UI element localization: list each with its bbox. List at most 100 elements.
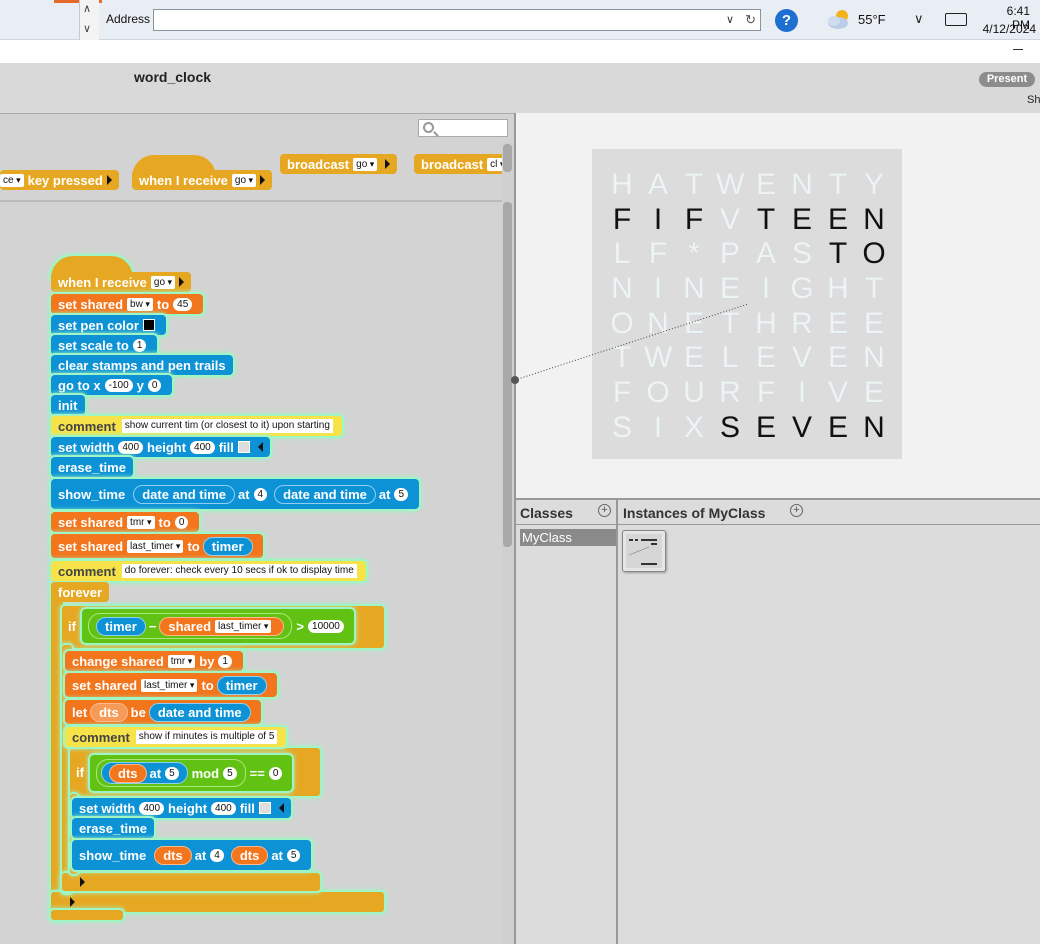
date-time-reporter[interactable]: date and time (274, 484, 376, 504)
arrow-left-icon[interactable] (278, 803, 284, 813)
set-width-height-block[interactable]: set width 400 height 400 fill (51, 437, 270, 457)
dts-reporter[interactable]: dts (154, 845, 192, 865)
broadcast-palette-block[interactable]: broadcast go (280, 154, 398, 174)
value-slot[interactable]: 1 (132, 338, 147, 352)
comment-block[interactable]: comment show if minutes is multiple of 5 (65, 727, 287, 747)
instance-thumbnail[interactable] (622, 530, 666, 572)
comment-block[interactable]: comment show current tim (or closest to … (51, 416, 342, 436)
set-scale-block[interactable]: set scale to 1 (51, 335, 158, 355)
variable-dropdown[interactable]: last_timer (215, 619, 272, 633)
message-dropdown[interactable]: go (231, 173, 257, 187)
go-to-xy-block[interactable]: go to x -100 y 0 (51, 375, 173, 395)
minimize-icon[interactable] (1013, 49, 1023, 50)
variable-dropdown[interactable]: tmr (127, 515, 155, 529)
index-slot[interactable]: 5 (394, 487, 409, 501)
index-slot[interactable]: 5 (165, 766, 179, 780)
expand-arrow-icon[interactable] (70, 897, 75, 907)
add-instance-icon[interactable]: + (790, 504, 803, 517)
set-shared-last-timer-block[interactable]: set shared last_timer to timer (51, 534, 263, 558)
message-dropdown[interactable]: cl (487, 157, 502, 171)
date-time-reporter[interactable]: date and time (148, 702, 251, 722)
x-slot[interactable]: -100 (104, 378, 133, 392)
if-block[interactable]: if (62, 616, 83, 636)
value-slot[interactable]: 45 (173, 297, 193, 311)
toolbar-scroll-buttons[interactable]: ∧ ∨ (79, 0, 99, 40)
erase-time-block[interactable]: erase_time (51, 457, 133, 477)
keyboard-icon[interactable] (945, 13, 967, 26)
value-slot[interactable]: 0 (174, 515, 189, 529)
timer-reporter[interactable]: timer (202, 536, 253, 556)
variable-dropdown[interactable]: last_timer (127, 539, 184, 553)
chevron-up-icon[interactable]: ∧ (83, 2, 91, 15)
when-receive-palette-block[interactable]: when I receive go (132, 170, 273, 190)
comment-text[interactable]: show current tim (or closest to it) upon… (121, 419, 333, 433)
value-slot[interactable]: 5 (223, 766, 237, 780)
palette-scroll-thumb[interactable] (503, 144, 512, 172)
value-slot[interactable]: 0 (268, 766, 283, 780)
variable-name-slot[interactable]: dts (90, 702, 128, 722)
address-dropdown-icon[interactable]: ∨ (726, 13, 734, 26)
date-time-reporter[interactable]: date and time (133, 484, 235, 504)
comment-text[interactable]: do forever: check every 10 secs if ok to… (121, 564, 357, 578)
height-slot[interactable]: 400 (211, 801, 236, 815)
clear-stamps-block[interactable]: clear stamps and pen trails (51, 355, 233, 375)
width-slot[interactable]: 400 (118, 440, 144, 454)
y-slot[interactable]: 0 (147, 378, 162, 392)
let-block[interactable]: let dts be date and time (65, 700, 261, 724)
search-input[interactable] (418, 119, 508, 137)
set-shared-tmr-block[interactable]: set shared tmr to 0 (51, 512, 200, 532)
class-item-myclass[interactable]: MyClass (520, 529, 616, 546)
broadcast-palette-block-2[interactable]: broadcast cl (414, 154, 502, 174)
add-class-icon[interactable]: + (598, 504, 611, 517)
help-icon[interactable]: ? (775, 9, 798, 32)
set-pen-color-block[interactable]: set pen color (51, 315, 166, 335)
key-pressed-block[interactable]: ce key pressed (0, 170, 119, 190)
refresh-icon[interactable]: ↻ (745, 12, 756, 28)
show-time-block[interactable]: show_time date and time at 4 date and ti… (51, 479, 420, 509)
change-shared-block[interactable]: change shared tmr by 1 (65, 651, 243, 671)
width-slot[interactable]: 400 (139, 801, 165, 815)
comment-text[interactable]: show if minutes is multiple of 5 (135, 730, 278, 744)
present-button[interactable]: Present (979, 72, 1035, 87)
resize-handle[interactable] (511, 376, 519, 384)
message-dropdown[interactable]: go (150, 275, 176, 289)
index-slot[interactable]: 5 (286, 848, 301, 862)
set-shared-bw-block[interactable]: set shared bw to 45 (51, 294, 204, 314)
erase-time-block-2[interactable]: erase_time (72, 818, 154, 838)
chevron-down-icon[interactable]: ∨ (914, 11, 924, 27)
mod-block[interactable]: dts at 5 mod 5 (96, 759, 246, 787)
show-time-block-2[interactable]: show_time dts at 4 dts at 5 (72, 840, 312, 870)
height-slot[interactable]: 400 (190, 440, 215, 454)
init-block[interactable]: init (51, 395, 85, 415)
when-receive-hat-block[interactable]: when I receive go (51, 272, 192, 292)
variable-dropdown[interactable]: tmr (167, 654, 196, 668)
chevron-down-icon[interactable]: ∨ (83, 22, 91, 35)
set-width-height-block-2[interactable]: set width 400 height 400 fill (72, 798, 291, 818)
item-of-block[interactable]: dts at 5 (101, 762, 188, 784)
index-slot[interactable]: 4 (210, 848, 224, 862)
variable-dropdown[interactable]: last_timer (141, 678, 198, 692)
arrow-left-icon[interactable] (257, 442, 263, 452)
if-block-2[interactable]: if (70, 762, 91, 782)
color-swatch[interactable] (142, 319, 155, 331)
index-slot[interactable]: 4 (253, 487, 268, 501)
dts-reporter[interactable]: dts (109, 763, 147, 783)
greater-than-block[interactable]: timer − shared last_timer > 10000 (82, 609, 354, 643)
value-slot[interactable]: 10000 (308, 619, 344, 633)
key-dropdown[interactable]: ce (0, 173, 24, 187)
value-slot[interactable]: 1 (218, 654, 232, 668)
weather-cloud-sun-icon[interactable] (826, 8, 852, 30)
share-button[interactable]: Sh (1027, 94, 1040, 106)
timer-reporter[interactable]: timer (96, 616, 146, 636)
script-scroll-thumb[interactable] (503, 202, 512, 547)
color-swatch[interactable] (258, 802, 271, 814)
minus-block[interactable]: timer − shared last_timer (88, 613, 293, 639)
comment-block[interactable]: comment do forever: check every 10 secs … (51, 561, 366, 581)
shared-var-reporter[interactable]: shared last_timer (159, 616, 285, 636)
expand-arrow-icon[interactable] (80, 877, 85, 887)
equals-block[interactable]: dts at 5 mod 5 == 0 (90, 755, 293, 791)
set-shared-last-timer-block-2[interactable]: set shared last_timer to timer (65, 673, 277, 697)
timer-reporter[interactable]: timer (216, 675, 267, 695)
dts-reporter[interactable]: dts (230, 845, 269, 865)
color-swatch[interactable] (237, 441, 250, 453)
